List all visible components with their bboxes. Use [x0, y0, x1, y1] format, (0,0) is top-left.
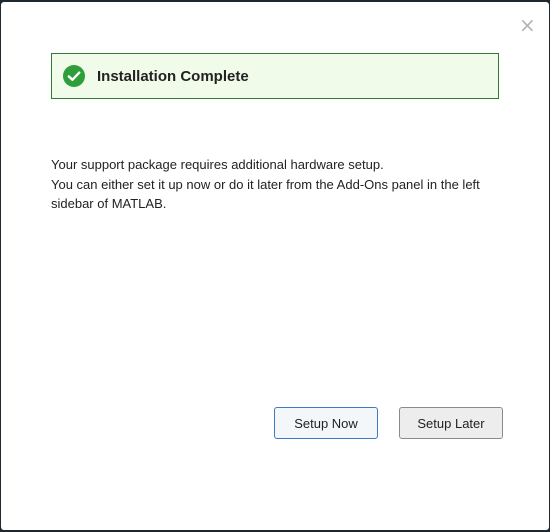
setup-later-button[interactable]: Setup Later: [399, 407, 503, 439]
message-body: Your support package requires additional…: [51, 155, 501, 214]
success-banner: Installation Complete: [51, 53, 499, 99]
message-line-1: Your support package requires additional…: [51, 157, 384, 172]
check-circle-icon: [63, 65, 85, 87]
setup-now-button[interactable]: Setup Now: [274, 407, 378, 439]
close-icon[interactable]: ×: [519, 15, 536, 35]
banner-title: Installation Complete: [97, 67, 249, 85]
installation-complete-dialog: × Installation Complete Your support pac…: [1, 2, 549, 530]
message-line-2: You can either set it up now or do it la…: [51, 176, 480, 212]
